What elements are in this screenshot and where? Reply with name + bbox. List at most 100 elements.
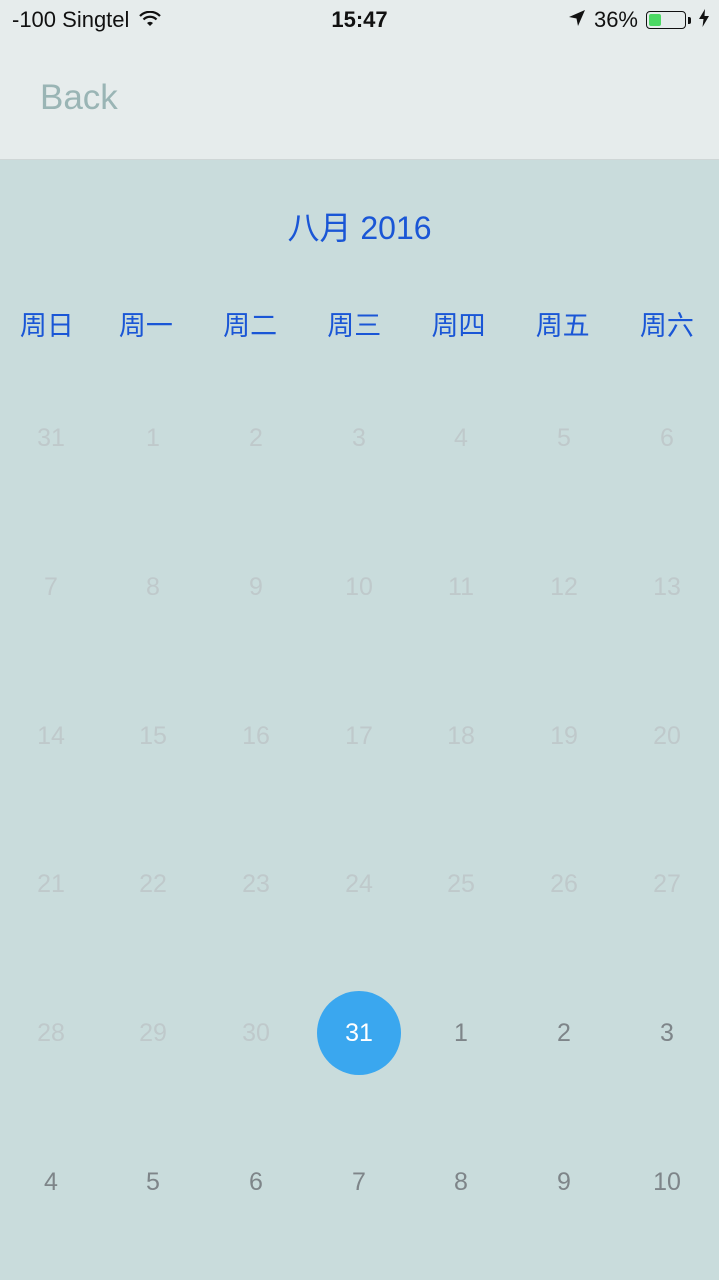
day-number: 21 <box>37 870 65 899</box>
day-cell[interactable]: 17 <box>308 662 410 810</box>
day-cell[interactable]: 13 <box>616 513 718 661</box>
day-cell[interactable]: 18 <box>410 662 512 810</box>
day-cell[interactable]: 4 <box>410 364 512 512</box>
day-number: 31 <box>37 424 65 452</box>
weekday-label: 周二 <box>223 311 278 341</box>
day-number: 2 <box>557 1019 571 1048</box>
day-cell[interactable]: 1 <box>102 364 204 512</box>
day-cell[interactable]: 14 <box>0 662 102 810</box>
day-number: 7 <box>352 1168 366 1196</box>
day-number: 20 <box>653 721 681 750</box>
day-cell[interactable]: 24 <box>308 810 410 958</box>
day-cell[interactable]: 28 <box>0 959 102 1107</box>
status-right: 36% <box>568 7 709 33</box>
back-button[interactable]: Back <box>40 78 118 118</box>
day-cell[interactable]: 2 <box>205 364 307 512</box>
day-number: 1 <box>454 1019 468 1048</box>
day-cell[interactable]: 27 <box>616 810 718 958</box>
nav-bar: Back <box>0 40 719 160</box>
day-number: 26 <box>550 870 578 899</box>
day-cell[interactable]: 5 <box>102 1108 204 1256</box>
location-arrow-icon <box>568 7 586 33</box>
weekday-label: 周日 <box>19 311 74 341</box>
day-number: 31 <box>317 991 401 1076</box>
day-cell[interactable]: 16 <box>205 662 307 810</box>
day-cell[interactable]: 20 <box>616 662 718 810</box>
battery-percent: 36% <box>593 7 638 32</box>
day-number: 5 <box>146 1168 160 1196</box>
battery-tip <box>688 16 691 24</box>
week-row: 21 22 23 24 25 26 27 <box>0 810 719 958</box>
day-cell[interactable]: 4 <box>0 1108 102 1256</box>
day-cell[interactable]: 25 <box>410 810 512 958</box>
day-cell[interactable]: 9 <box>513 1108 615 1256</box>
day-number: 12 <box>550 572 578 601</box>
day-cell[interactable]: 23 <box>205 810 307 958</box>
battery-icon <box>646 11 686 29</box>
day-cell[interactable]: 8 <box>102 513 204 661</box>
day-number: 3 <box>352 424 366 452</box>
day-cell[interactable]: 6 <box>205 1108 307 1256</box>
day-number: 18 <box>447 721 475 750</box>
weekday-header: 周日 周一 周二 周三 周四 周五 周六 <box>0 304 719 344</box>
weekday-label: 周三 <box>327 311 382 341</box>
week-row: 28 29 30 31 1 2 3 <box>0 959 719 1107</box>
day-cell[interactable]: 3 <box>308 364 410 512</box>
day-cell[interactable]: 10 <box>308 513 410 661</box>
day-number: 3 <box>660 1019 674 1048</box>
day-number: 10 <box>653 1168 681 1196</box>
day-cell[interactable]: 3 <box>616 959 718 1107</box>
day-cell[interactable]: 8 <box>410 1108 512 1256</box>
day-cell[interactable]: 10 <box>616 1108 718 1256</box>
day-cell[interactable]: 2 <box>513 959 615 1107</box>
day-number: 8 <box>454 1168 468 1196</box>
day-number: 15 <box>139 721 167 750</box>
day-cell[interactable]: 22 <box>102 810 204 958</box>
day-cell[interactable]: 15 <box>102 662 204 810</box>
day-number: 29 <box>139 1019 167 1048</box>
day-number: 2 <box>249 424 263 452</box>
day-number: 1 <box>146 424 160 452</box>
day-cell[interactable]: 7 <box>0 513 102 661</box>
day-number: 6 <box>249 1168 263 1196</box>
day-number: 5 <box>557 424 571 452</box>
calendar-screen: -100 Singtel 15:47 36% Back 八月 2016 周日 周… <box>0 0 719 1280</box>
day-cell[interactable]: 9 <box>205 513 307 661</box>
battery-level-fill <box>649 14 661 26</box>
day-number: 24 <box>345 870 373 899</box>
weekday-label: 周六 <box>639 311 694 341</box>
day-number: 13 <box>653 572 681 601</box>
day-number: 27 <box>653 870 681 899</box>
day-number: 9 <box>557 1168 571 1196</box>
week-row: 31 1 2 3 4 5 6 <box>0 364 719 512</box>
day-number: 9 <box>249 572 263 601</box>
day-cell[interactable]: 5 <box>513 364 615 512</box>
day-number: 6 <box>660 424 674 452</box>
day-number: 22 <box>139 870 167 899</box>
day-cell[interactable]: 12 <box>513 513 615 661</box>
day-number: 25 <box>447 870 475 899</box>
day-number: 23 <box>242 870 270 899</box>
weekday-label: 周一 <box>118 311 173 341</box>
day-number: 14 <box>37 721 65 750</box>
weekday-label: 周四 <box>431 311 486 341</box>
day-cell[interactable]: 29 <box>102 959 204 1107</box>
day-number: 16 <box>242 721 270 750</box>
day-cell[interactable]: 26 <box>513 810 615 958</box>
day-cell[interactable]: 11 <box>410 513 512 661</box>
day-cell[interactable]: 31 <box>0 364 102 512</box>
day-cell[interactable]: 21 <box>0 810 102 958</box>
day-number: 19 <box>550 721 578 750</box>
day-number: 28 <box>37 1019 65 1048</box>
day-number: 7 <box>44 572 58 601</box>
week-row: 7 8 9 10 11 12 13 <box>0 513 719 661</box>
day-cell-selected[interactable]: 31 <box>308 959 410 1107</box>
day-cell[interactable]: 19 <box>513 662 615 810</box>
day-cell[interactable]: 1 <box>410 959 512 1107</box>
day-cell[interactable]: 30 <box>205 959 307 1107</box>
day-number: 4 <box>454 424 468 452</box>
status-bar: -100 Singtel 15:47 36% <box>0 0 719 40</box>
day-cell[interactable]: 6 <box>616 364 718 512</box>
weekday-label: 周五 <box>535 311 590 341</box>
day-cell[interactable]: 7 <box>308 1108 410 1256</box>
